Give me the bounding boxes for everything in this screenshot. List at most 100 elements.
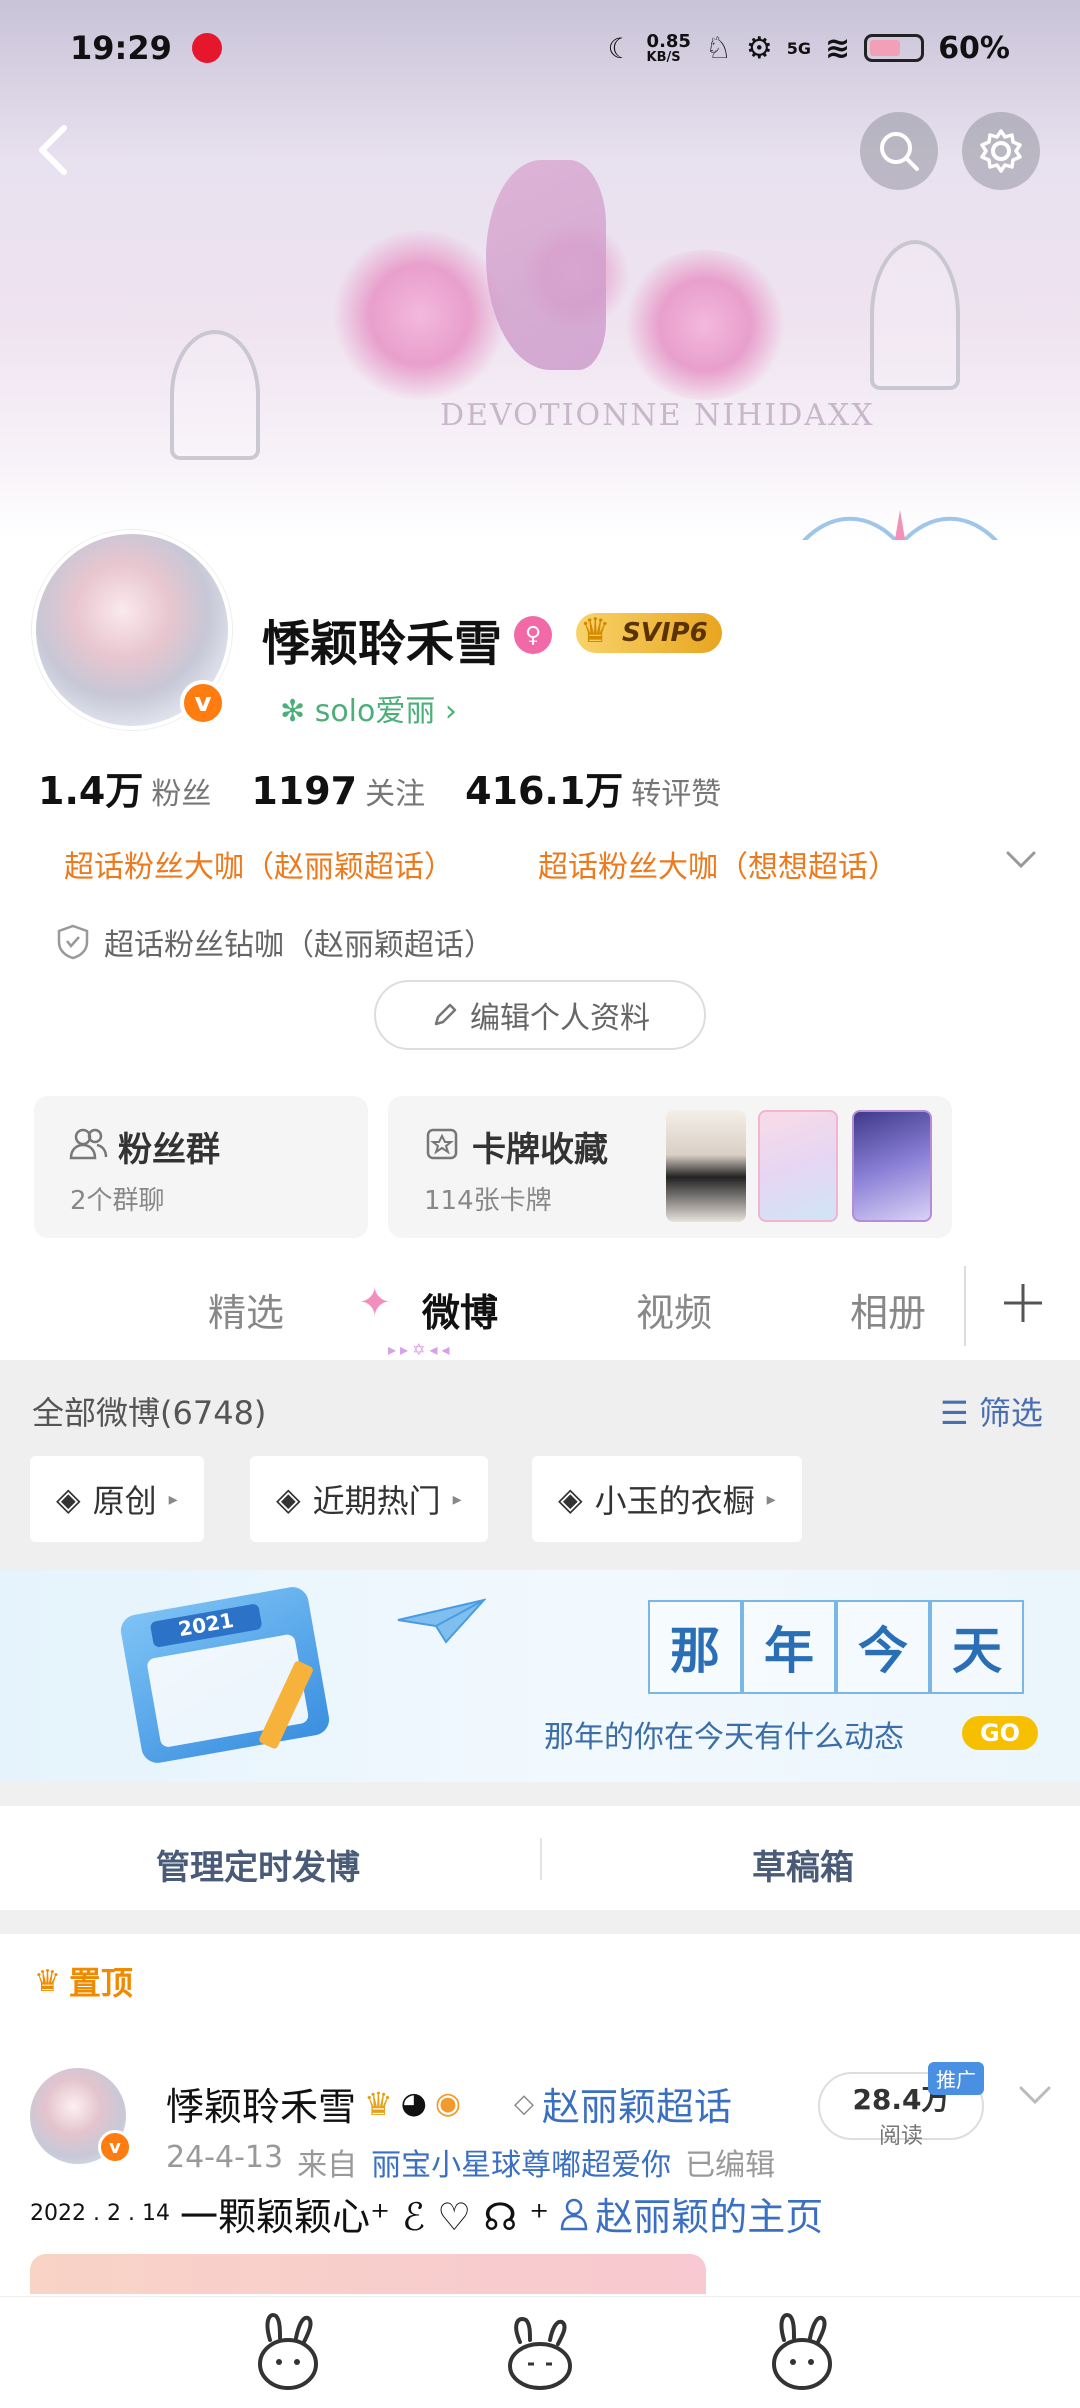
on-this-day-subtitle: 那年的你在今天有什么动态	[544, 1720, 904, 1755]
fish-icon: ◉	[434, 2086, 462, 2121]
chip-label: 近期热门	[312, 1482, 441, 1520]
fan-tag[interactable]: 超话粉丝大咖（赵丽颖超话）	[64, 842, 454, 886]
bunny-tab-icon[interactable]	[500, 2310, 580, 2394]
user-icon	[560, 2198, 588, 2230]
card-thumbnail	[758, 1110, 838, 1222]
post-link-label: 赵丽颖的主页	[595, 2195, 824, 2239]
profile-tabs: 精选 ✦ 微博 ▸▸✡◂◂ 视频 相册	[0, 1256, 1080, 1360]
edit-profile-button[interactable]: 编辑个人资料	[374, 980, 706, 1050]
promote-badge[interactable]: 推广	[928, 2062, 984, 2095]
chevron-down-icon[interactable]	[1018, 2084, 1052, 2106]
settings-button[interactable]	[962, 112, 1040, 190]
search-icon	[880, 132, 919, 171]
card-box-icon	[426, 1128, 458, 1160]
sparkle-icon: ✦	[358, 1280, 392, 1326]
search-button[interactable]	[860, 112, 938, 190]
cage-decoration	[870, 240, 960, 390]
verified-badge-icon: v	[180, 680, 226, 726]
manage-bar: 管理定时发博 草稿箱	[0, 1806, 1080, 1910]
rose-decoration	[330, 230, 510, 400]
post-link[interactable]: 赵丽颖的主页	[559, 2186, 823, 2241]
shield-icon	[57, 924, 89, 960]
crown-icon: ♛	[580, 611, 611, 651]
scheduled-posts-button[interactable]: 管理定时发博	[156, 1840, 360, 1889]
post-topic[interactable]: ◇ 赵丽颖超话	[514, 2076, 732, 2131]
reads-label: 阅读	[878, 2124, 923, 2149]
tab-divider	[964, 1266, 966, 1346]
edit-profile-label: 编辑个人资料	[470, 1001, 650, 1036]
wifi-icon: ≋	[825, 30, 851, 66]
caret-right-icon: ▸	[452, 1488, 462, 1510]
post-topic-label: 赵丽颖超话	[542, 2085, 733, 2129]
chevron-left-icon[interactable]	[30, 120, 78, 180]
bunny-tab-icon[interactable]	[762, 2310, 842, 2394]
female-icon: ♀	[514, 616, 552, 654]
status-bar: 19:29 ☾ 0.85 KB/S ♘ ⚙ 5G ≋ 60%	[0, 0, 1080, 96]
notification-icon: ♘	[704, 30, 732, 66]
card-thumbnail	[666, 1110, 746, 1222]
diamond-tag[interactable]: 超话粉丝钻咖（赵丽颖超话）	[56, 920, 494, 964]
stat-interactions[interactable]: 416.1万 转评赞	[465, 760, 721, 815]
card-thumbnail	[852, 1110, 932, 1222]
go-button[interactable]: GO	[962, 1716, 1038, 1750]
network-speed: 0.85 KB/S	[646, 30, 691, 65]
diamond-tag-label: 超话粉丝钻咖（赵丽颖超话）	[104, 928, 494, 963]
settings-icon: ⚙	[745, 30, 773, 66]
tab-indicator: ▸▸✡◂◂	[388, 1340, 454, 1359]
rose-decoration	[620, 250, 790, 400]
battery-level: 60%	[938, 30, 1010, 66]
panda-icon: ◕	[400, 2086, 427, 2121]
section-gap	[0, 1910, 1080, 1934]
gear-icon	[980, 129, 1022, 173]
filter-label: 筛选	[978, 1394, 1043, 1432]
filter-icon: ☰	[940, 1394, 979, 1432]
filter-button[interactable]: ☰ 筛选	[940, 1388, 1043, 1434]
group-tag[interactable]: ✻ solo爱丽 ›	[280, 686, 457, 730]
pencil-icon	[434, 1003, 457, 1026]
chip-original[interactable]: ◈ 原创 ▸	[30, 1456, 204, 1542]
section-gap	[0, 1782, 1080, 1806]
tab-videos[interactable]: 视频	[636, 1282, 712, 1337]
svip-badge[interactable]: ♛ SVIP6	[576, 611, 722, 653]
post-source[interactable]: 丽宝小星球尊嘟超爱你	[371, 2140, 671, 2184]
stat-following[interactable]: 1197 关注	[251, 769, 425, 813]
banner-text: DEVOTIONNE NIHIDAXX	[440, 398, 875, 433]
plus-icon[interactable]	[1000, 1280, 1046, 1326]
post-meta: 24-4-13 来自 丽宝小星球尊嘟超爱你 已编辑	[166, 2140, 775, 2184]
diamond-icon: ◇	[514, 2088, 534, 2119]
post-image-preview[interactable]	[30, 2254, 706, 2294]
card-collection-title: 卡牌收藏	[472, 1130, 608, 1170]
cage-decoration	[170, 330, 260, 460]
layers-icon: ◈	[558, 1480, 583, 1518]
snowflake-icon: ✻	[280, 694, 315, 729]
verified-badge-icon: v	[98, 2130, 132, 2164]
divider	[540, 1838, 542, 1880]
tab-weibo[interactable]: 微博	[422, 1282, 498, 1337]
stat-followers[interactable]: 1.4万 粉丝	[38, 760, 211, 815]
fans-group-sub: 2个群聊	[70, 1186, 165, 1216]
post-date: 24-4-13	[166, 2140, 284, 2175]
layers-icon: ◈	[56, 1480, 81, 1518]
post-author[interactable]: 悸颖聆禾雪 ♛ ◕ ◉	[166, 2076, 461, 2131]
layers-icon: ◈	[276, 1480, 301, 1518]
post-from: 来自	[297, 2148, 358, 2183]
paper-plane-icon	[397, 1598, 486, 1644]
chip-closet[interactable]: ◈ 小玉的衣橱 ▸	[532, 1456, 802, 1542]
drafts-button[interactable]: 草稿箱	[752, 1840, 854, 1889]
chevron-right-icon: ›	[435, 694, 457, 729]
chip-recent-hot[interactable]: ◈ 近期热门 ▸	[250, 1456, 488, 1542]
chevron-down-icon[interactable]	[1006, 850, 1036, 870]
on-this-day-title: 那 年 今 天	[648, 1600, 1024, 1694]
post-text: 一颗颖颖心⁺ ℰ ♡ ☊ ⁺	[179, 2195, 550, 2239]
post-author-name: 悸颖聆禾雪	[166, 2085, 357, 2129]
tab-albums[interactable]: 相册	[850, 1282, 926, 1337]
profile-name: 悸颖聆禾雪	[262, 616, 503, 672]
tab-featured[interactable]: 精选	[208, 1282, 284, 1337]
post-body[interactable]: 2022 . 2 . 14 一颗颖颖心⁺ ℰ ♡ ☊ ⁺ 赵丽颖的主页	[30, 2186, 823, 2241]
group-label: solo爱丽	[314, 694, 436, 729]
fan-tag[interactable]: 超话粉丝大咖（想想超话）	[538, 842, 898, 886]
svip-label: SVIP6	[622, 618, 708, 648]
group-icon	[69, 1128, 108, 1160]
bunny-tab-icon[interactable]	[248, 2310, 328, 2394]
fans-group-card[interactable]: 粉丝群 2个群聊	[34, 1096, 368, 1238]
